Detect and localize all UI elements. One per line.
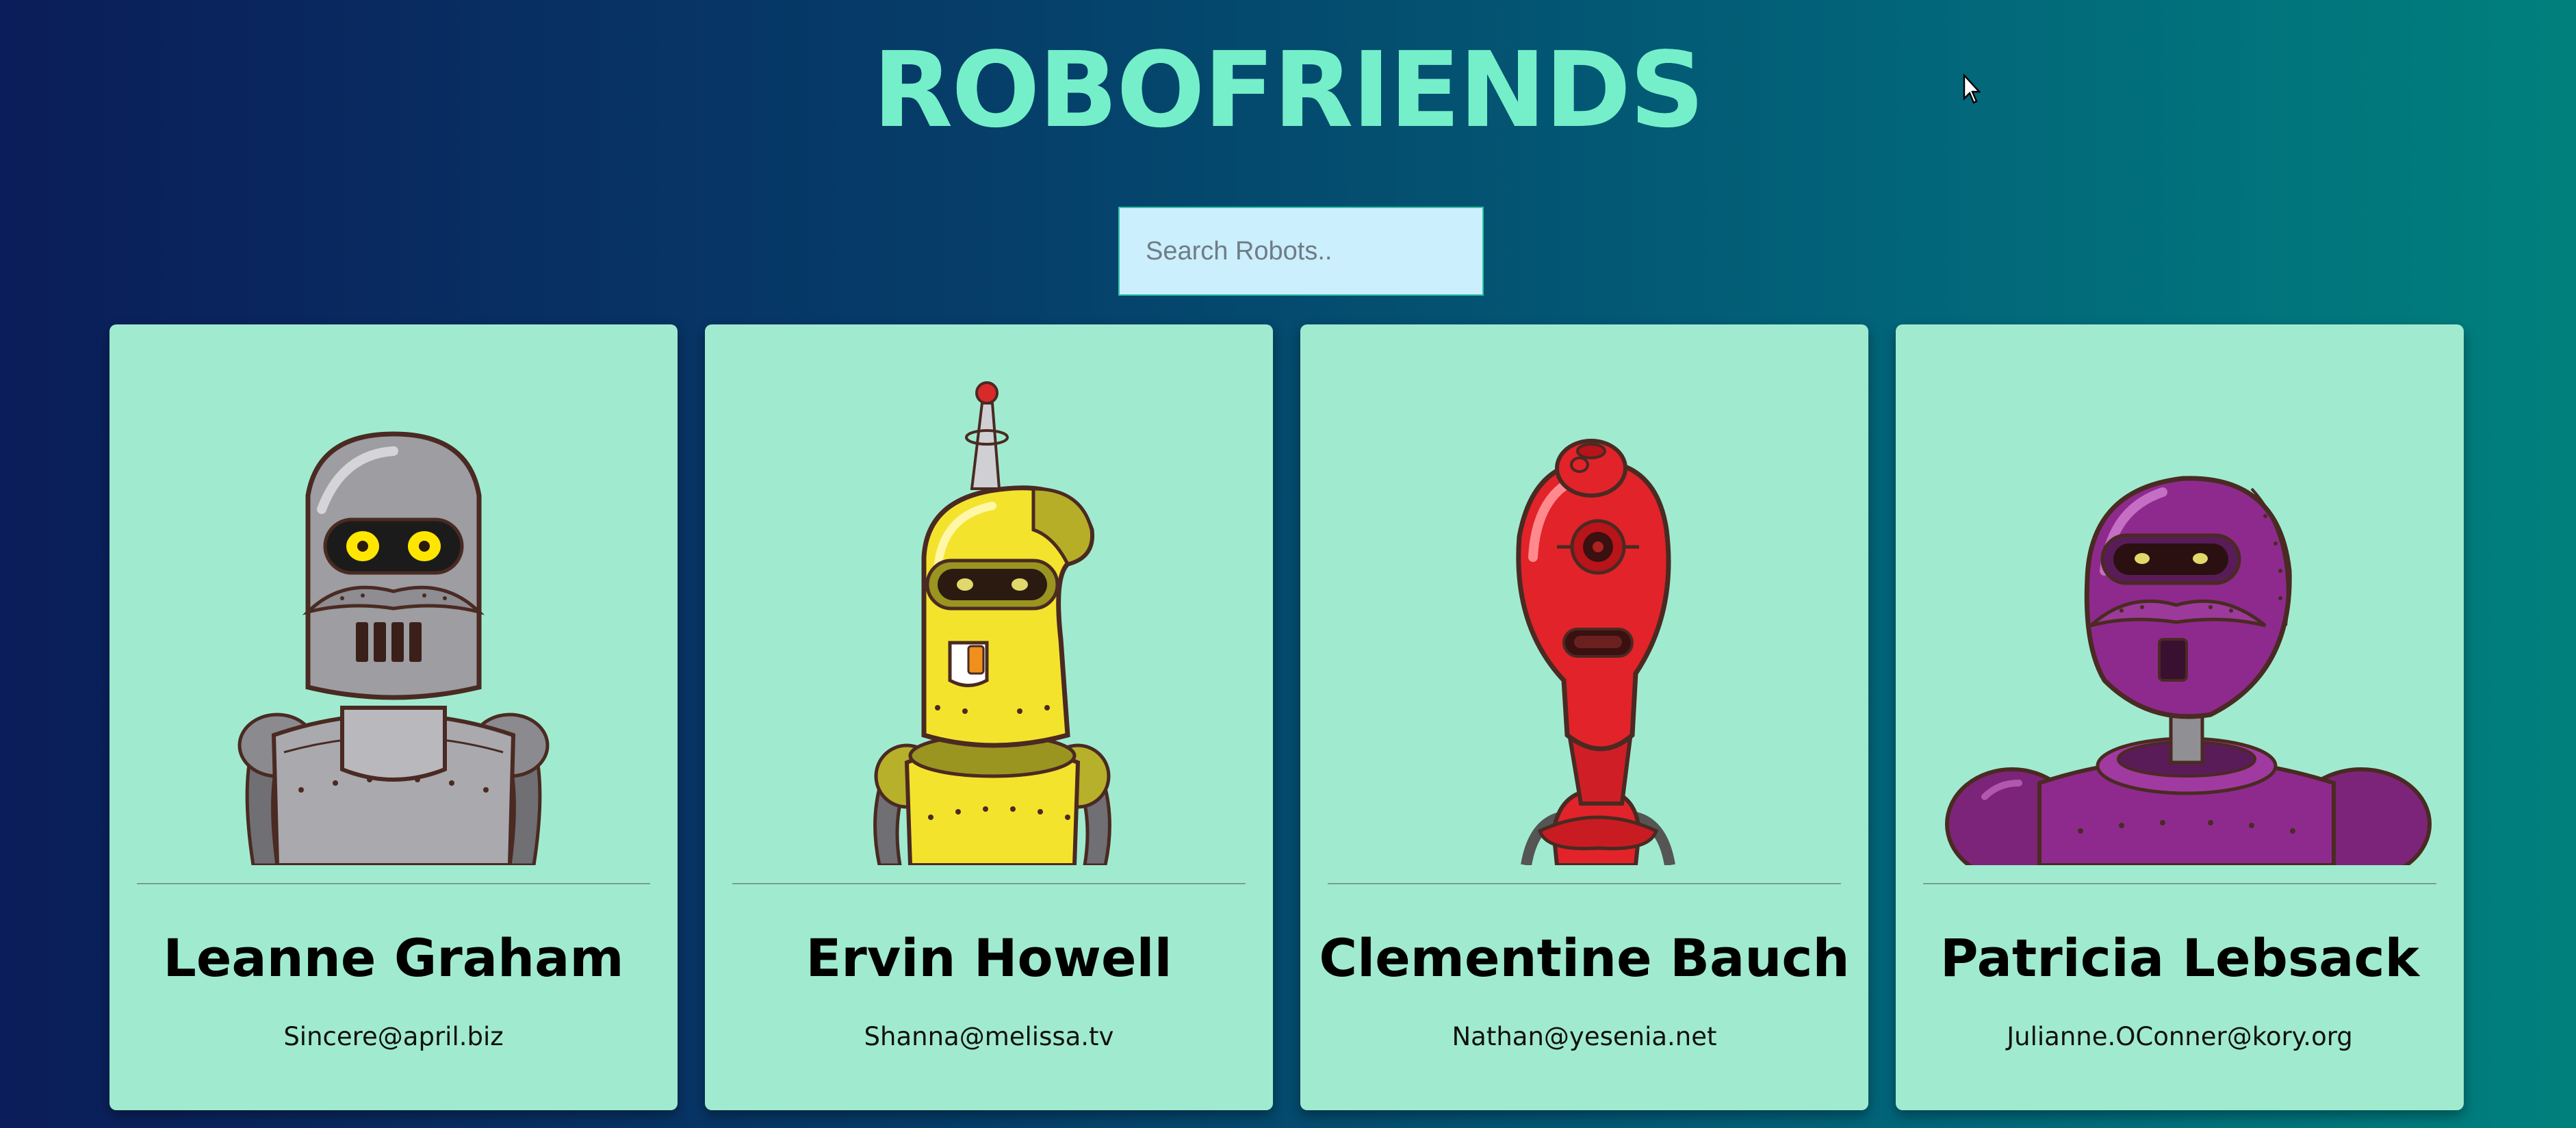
robot-name: Clementine Bauch	[1319, 927, 1850, 988]
robot-email: Sincere@april.biz	[283, 1022, 504, 1051]
robot-email: Nathan@yesenia.net	[1452, 1022, 1717, 1051]
card-divider	[732, 883, 1246, 884]
purple-robot-avatar	[1945, 476, 2432, 865]
gray-robot-avatar	[237, 431, 550, 865]
search-input[interactable]	[1118, 207, 1484, 296]
card-divider	[1923, 883, 2436, 884]
card-divider	[1328, 883, 1841, 884]
red-robot-avatar	[1516, 439, 1675, 865]
robot-name: Patricia Lebsack	[1940, 927, 2420, 988]
card-divider	[137, 883, 650, 884]
robot-card[interactable]: Clementine Bauch Nathan@yesenia.net	[1300, 324, 1868, 1110]
app-title: ROBOFRIENDS	[873, 29, 1704, 151]
robot-email: Shanna@melissa.tv	[864, 1022, 1114, 1051]
robot-name: Ervin Howell	[806, 927, 1172, 988]
robot-card[interactable]: Patricia Lebsack Julianne.OConner@kory.o…	[1896, 324, 2464, 1110]
robot-card-list: Leanne Graham Sincere@april.biz Ervin Ho…	[110, 324, 2464, 1110]
robot-card[interactable]: Ervin Howell Shanna@melissa.tv	[705, 324, 1273, 1110]
robot-name: Leanne Graham	[163, 927, 624, 988]
robot-card[interactable]: Leanne Graham Sincere@april.biz	[110, 324, 678, 1110]
mouse-cursor-icon	[1963, 74, 1981, 104]
robot-email: Julianne.OConner@kory.org	[2007, 1022, 2353, 1051]
yellow-robot-avatar	[873, 381, 1111, 865]
